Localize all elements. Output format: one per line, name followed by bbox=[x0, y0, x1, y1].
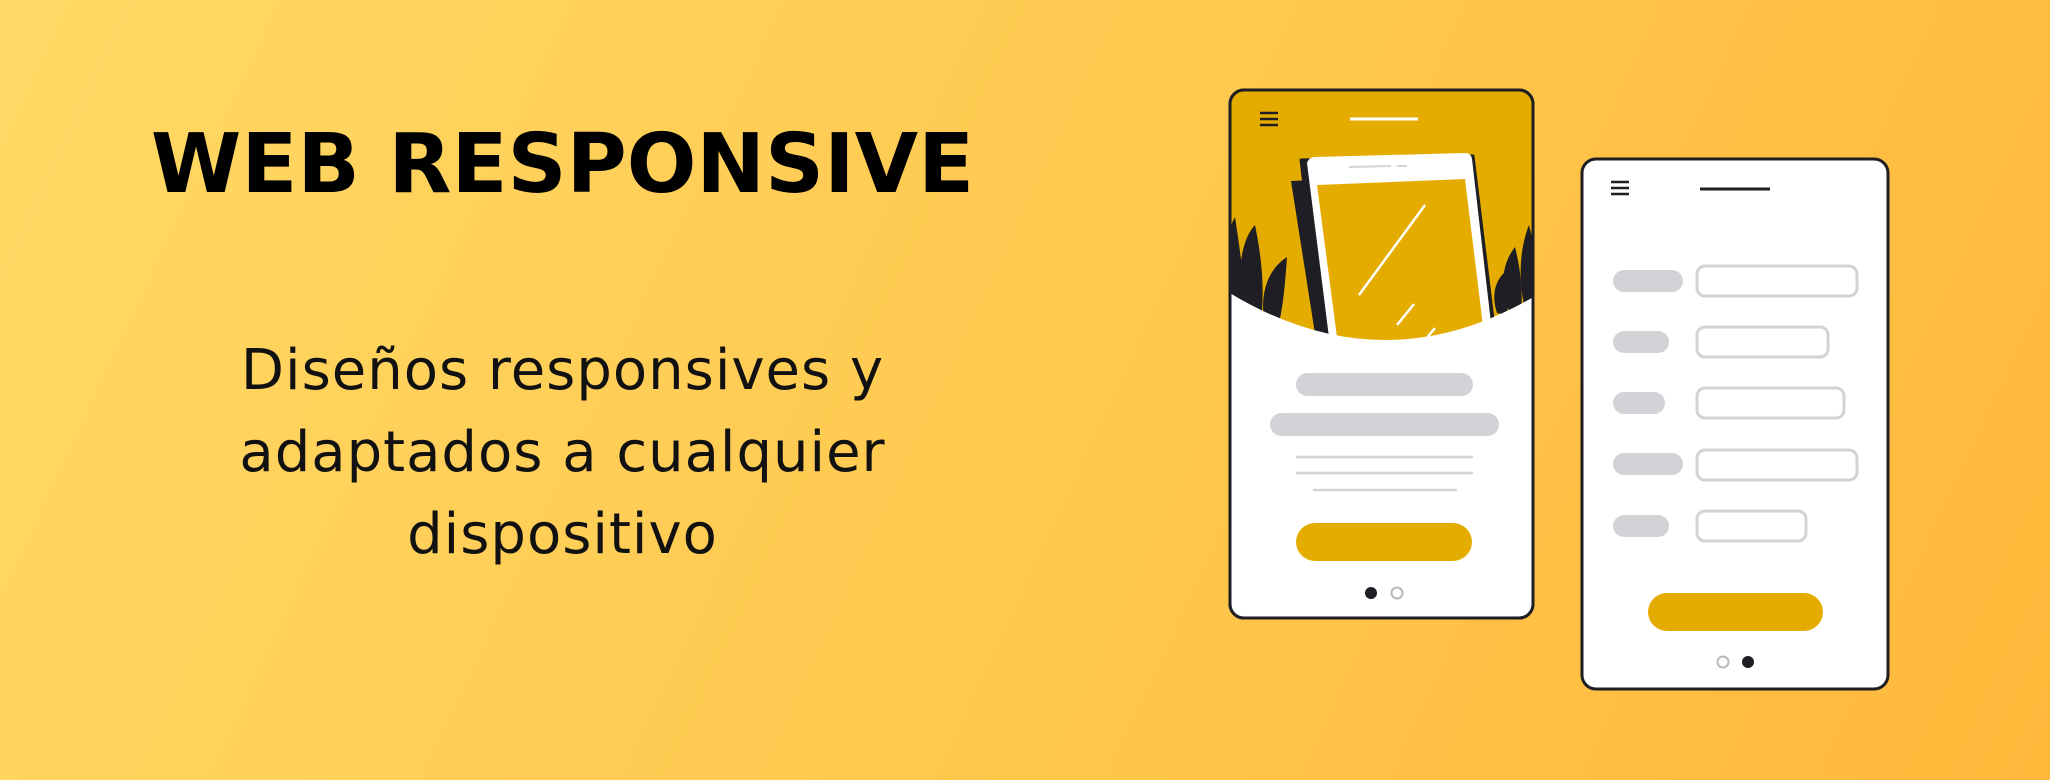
form-input[interactable] bbox=[1695, 448, 1859, 482]
phone-form bbox=[1580, 157, 1890, 691]
form-input[interactable] bbox=[1695, 325, 1830, 359]
form-label bbox=[1613, 331, 1669, 353]
phones-illustration bbox=[1225, 85, 1895, 695]
form-label bbox=[1613, 453, 1683, 475]
page-title: WEB RESPONSIVE bbox=[150, 117, 975, 212]
carousel-dot[interactable] bbox=[1716, 655, 1730, 669]
form-input[interactable] bbox=[1695, 386, 1846, 420]
subtitle-placeholder bbox=[1270, 413, 1499, 436]
form-input[interactable] bbox=[1695, 264, 1859, 298]
carousel-dot-active[interactable] bbox=[1365, 587, 1377, 599]
carousel-dot[interactable] bbox=[1390, 586, 1404, 600]
cta-button[interactable] bbox=[1296, 523, 1472, 561]
phone-landing bbox=[1228, 88, 1535, 620]
title-placeholder bbox=[1296, 373, 1473, 396]
page-subtitle: Diseños responsives y adaptados a cualqu… bbox=[239, 338, 886, 567]
carousel-dot-active[interactable] bbox=[1742, 656, 1754, 668]
form-label bbox=[1613, 392, 1665, 414]
phones-illustration-svg bbox=[1228, 88, 1890, 691]
form-label bbox=[1613, 270, 1683, 292]
submit-button[interactable] bbox=[1648, 593, 1823, 631]
form-label bbox=[1613, 515, 1669, 537]
form-input[interactable] bbox=[1695, 509, 1808, 543]
